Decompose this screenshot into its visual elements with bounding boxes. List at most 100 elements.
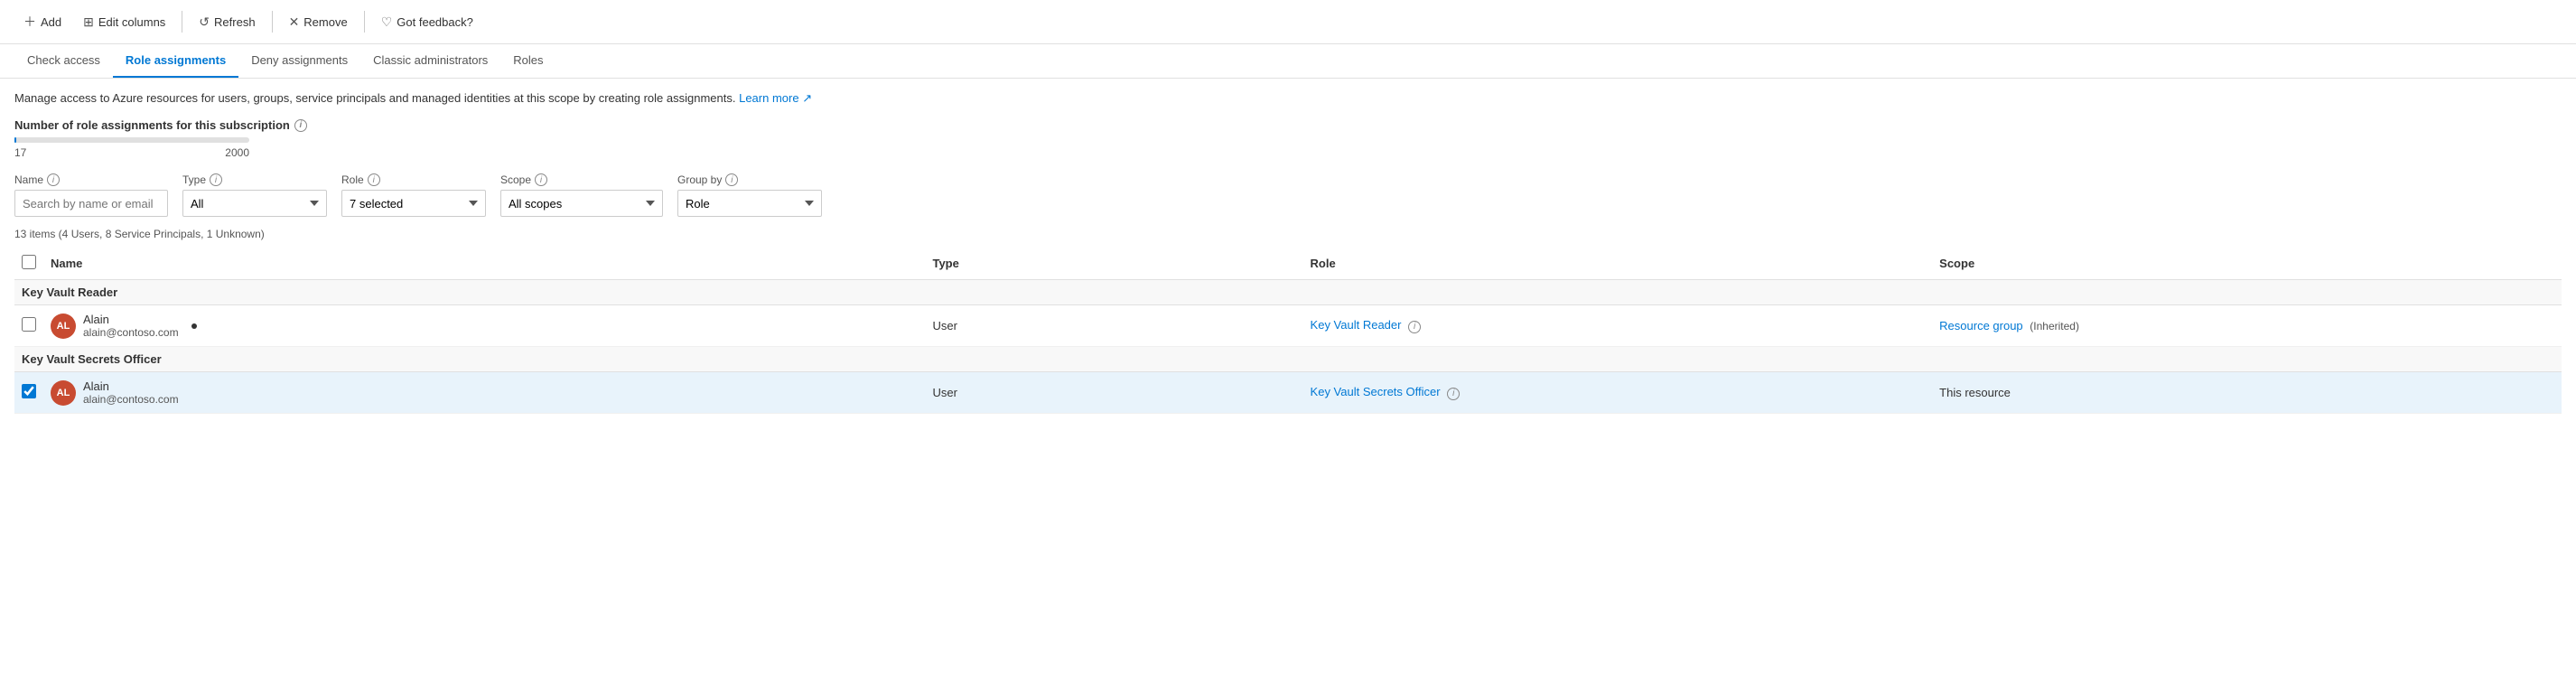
name-primary-alain-1: Alain: [83, 313, 179, 326]
add-label: Add: [41, 15, 61, 29]
separator-3: [364, 11, 365, 33]
progress-bar-container: [14, 137, 249, 143]
filter-name-label: Name i: [14, 173, 168, 186]
scope-filter-info-icon[interactable]: i: [535, 173, 547, 186]
table-row: AL Alain alain@contoso.com User Key Vaul…: [14, 372, 2562, 414]
edit-columns-button[interactable]: ⊞ Edit columns: [74, 9, 174, 35]
main-content: Manage access to Azure resources for use…: [0, 79, 2576, 426]
groupby-select[interactable]: Role Name Type Scope: [677, 190, 822, 217]
remove-icon: ✕: [289, 14, 300, 30]
refresh-icon: ↺: [199, 14, 210, 30]
role-filter-info-icon[interactable]: i: [368, 173, 380, 186]
name-details-alain-1: Alain alain@contoso.com: [83, 313, 179, 339]
add-button[interactable]: ＋ Add: [14, 7, 70, 36]
progress-current: 17: [14, 146, 26, 159]
progress-labels: 17 2000: [14, 146, 249, 159]
row-2-checkbox-cell: [14, 372, 43, 414]
type-select[interactable]: All User Group Service Principal: [182, 190, 327, 217]
header-role: Role: [1303, 248, 1933, 280]
role-link-kv-secrets-officer[interactable]: Key Vault Secrets Officer: [1311, 385, 1441, 398]
row-checkbox-cell: [14, 305, 43, 347]
role-select[interactable]: 7 selected: [341, 190, 486, 217]
filter-type-group: Type i All User Group Service Principal: [182, 173, 327, 217]
refresh-label: Refresh: [214, 15, 256, 29]
header-type: Type: [925, 248, 1302, 280]
feedback-button[interactable]: ♡ Got feedback?: [372, 9, 482, 35]
row-1-type-cell: User: [925, 305, 1302, 347]
header-scope: Scope: [1932, 248, 2562, 280]
name-primary-alain-2: Alain: [83, 379, 179, 393]
scope-text-this-resource: This resource: [1939, 386, 2011, 399]
role-link-kv-reader[interactable]: Key Vault Reader: [1311, 318, 1402, 332]
quota-section: Number of role assignments for this subs…: [14, 118, 2562, 159]
edit-columns-label: Edit columns: [98, 15, 165, 29]
description-text: Manage access to Azure resources for use…: [14, 91, 735, 105]
add-icon: ＋: [23, 13, 36, 31]
progress-bar-fill: [14, 137, 16, 143]
select-all-checkbox[interactable]: [22, 255, 36, 269]
items-summary: 13 items (4 Users, 8 Service Principals,…: [14, 228, 2562, 240]
columns-icon: ⊞: [83, 14, 94, 30]
tab-classic-administrators[interactable]: Classic administrators: [360, 44, 500, 78]
table-header-row: Name Type Role Scope: [14, 248, 2562, 280]
name-secondary-alain-1: alain@contoso.com: [83, 326, 179, 339]
row-1-name-cell: AL Alain alain@contoso.com: [43, 305, 925, 347]
learn-more-link[interactable]: Learn more ↗: [739, 91, 812, 105]
filter-type-label: Type i: [182, 173, 327, 186]
header-name: Name: [43, 248, 925, 280]
name-filter-info-icon[interactable]: i: [47, 173, 60, 186]
group-header-label-2: Key Vault Secrets Officer: [14, 347, 2562, 372]
filter-groupby-label: Group by i: [677, 173, 822, 186]
scope-inherited-label-1: (Inherited): [2030, 320, 2079, 332]
table-row: AL Alain alain@contoso.com User Key Vaul…: [14, 305, 2562, 347]
row-2-role-cell: Key Vault Secrets Officer i: [1303, 372, 1933, 414]
row-1-checkbox[interactable]: [22, 317, 36, 332]
filters-row: Name i Type i All User Group Service Pri…: [14, 173, 2562, 217]
group-header-key-vault-secrets-officer: Key Vault Secrets Officer: [14, 347, 2562, 372]
filter-name-group: Name i: [14, 173, 168, 217]
header-checkbox-cell: [14, 248, 43, 280]
group-header-label: Key Vault Reader: [14, 280, 2562, 305]
row-2-type-cell: User: [925, 372, 1302, 414]
feedback-label: Got feedback?: [397, 15, 473, 29]
row-2-scope-cell: This resource: [1932, 372, 2562, 414]
toolbar: ＋ Add ⊞ Edit columns ↺ Refresh ✕ Remove …: [0, 0, 2576, 44]
dot-indicator-1: [191, 323, 197, 329]
name-secondary-alain-2: alain@contoso.com: [83, 393, 179, 406]
tab-check-access[interactable]: Check access: [14, 44, 113, 78]
search-input[interactable]: [14, 190, 168, 217]
type-filter-info-icon[interactable]: i: [210, 173, 222, 186]
avatar-alain-2: AL: [51, 380, 76, 406]
progress-max: 2000: [225, 146, 249, 159]
groupby-filter-info-icon[interactable]: i: [725, 173, 738, 186]
filter-scope-label: Scope i: [500, 173, 663, 186]
refresh-button[interactable]: ↺ Refresh: [190, 9, 264, 35]
tab-deny-assignments[interactable]: Deny assignments: [238, 44, 360, 78]
feedback-icon: ♡: [381, 14, 393, 30]
tab-roles[interactable]: Roles: [500, 44, 555, 78]
separator-2: [272, 11, 273, 33]
name-cell-alain-2: AL Alain alain@contoso.com: [51, 379, 918, 406]
group-header-key-vault-reader: Key Vault Reader: [14, 280, 2562, 305]
tab-bar: Check access Role assignments Deny assig…: [0, 44, 2576, 79]
scope-link-resource-group[interactable]: Resource group: [1939, 319, 2023, 332]
quota-info-icon[interactable]: i: [294, 119, 307, 132]
quota-title: Number of role assignments for this subs…: [14, 118, 2562, 132]
name-details-alain-2: Alain alain@contoso.com: [83, 379, 179, 406]
row-2-checkbox[interactable]: [22, 384, 36, 398]
row-1-scope-cell: Resource group (Inherited): [1932, 305, 2562, 347]
remove-button[interactable]: ✕ Remove: [280, 9, 357, 35]
description: Manage access to Azure resources for use…: [14, 91, 2562, 106]
filter-role-label: Role i: [341, 173, 486, 186]
filter-role-group: Role i 7 selected: [341, 173, 486, 217]
tab-role-assignments[interactable]: Role assignments: [113, 44, 238, 78]
row-2-name-cell: AL Alain alain@contoso.com: [43, 372, 925, 414]
role-info-icon-1[interactable]: i: [1408, 321, 1421, 333]
assignments-table: Name Type Role Scope Key Vault Reader AL: [14, 248, 2562, 414]
scope-select[interactable]: All scopes This resource Resource group …: [500, 190, 663, 217]
row-1-role-cell: Key Vault Reader i: [1303, 305, 1933, 347]
role-info-icon-2[interactable]: i: [1447, 388, 1460, 400]
name-cell-alain-1: AL Alain alain@contoso.com: [51, 313, 918, 339]
filter-scope-group: Scope i All scopes This resource Resourc…: [500, 173, 663, 217]
remove-label: Remove: [303, 15, 347, 29]
